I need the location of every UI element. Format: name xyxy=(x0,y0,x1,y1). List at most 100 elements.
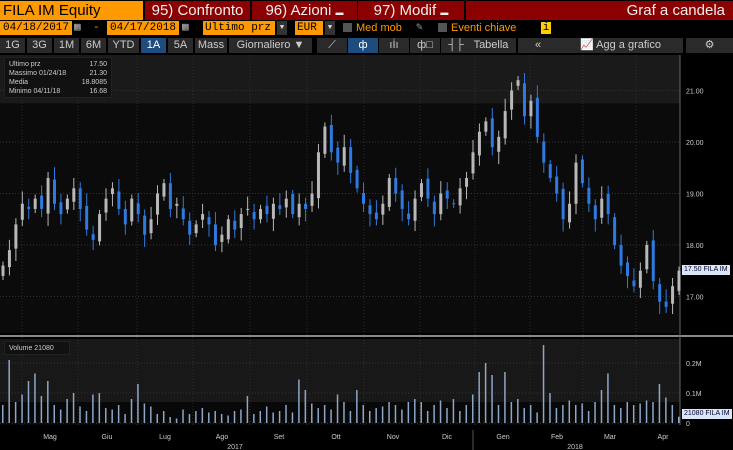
period-button-6m[interactable]: 6M xyxy=(81,38,106,53)
add-to-chart-button[interactable]: 📈 Agg a grafico xyxy=(558,38,683,53)
ticker-field[interactable]: FILA IM Equity xyxy=(0,1,143,20)
moving-average-checkbox[interactable] xyxy=(343,23,352,32)
candle-body xyxy=(278,205,282,209)
legend-label: Ultimo prz xyxy=(9,61,41,68)
candle-chart-button[interactable]: ф xyxy=(348,38,378,53)
currency-dropdown-icon[interactable]: ▼ xyxy=(325,21,335,35)
info-icon[interactable]: i xyxy=(541,22,551,34)
pencil-icon[interactable]: ✎ xyxy=(416,21,423,35)
start-date-input[interactable]: 04/18/2017 xyxy=(0,21,72,35)
candle-body xyxy=(53,179,57,204)
table-button[interactable]: Tabella xyxy=(466,38,516,53)
volume-bar xyxy=(240,409,242,423)
key-events-checkbox[interactable] xyxy=(438,23,447,32)
candle-body xyxy=(271,203,275,219)
volume-bar xyxy=(59,409,62,423)
volume-bar xyxy=(658,384,661,423)
frequency-select[interactable]: Giornaliero ▼ xyxy=(229,38,312,53)
volume-bar xyxy=(504,372,506,423)
actions-menu[interactable]: 96) Azioni ▬ xyxy=(252,1,357,20)
calendar-icon[interactable]: ▦ xyxy=(74,21,86,35)
chart-add-icon: 📈 xyxy=(580,39,597,51)
legend-row: Media 18.8085 xyxy=(9,78,107,87)
volume-bar xyxy=(555,408,558,423)
volume-bar xyxy=(388,402,390,423)
volume-bar xyxy=(343,402,345,423)
period-button-5a[interactable]: 5A xyxy=(168,38,193,53)
candle-body xyxy=(638,270,642,288)
gear-icon: ⚙ xyxy=(704,39,715,51)
candle-body xyxy=(149,219,153,234)
volume-bar xyxy=(414,399,416,423)
volume-bar xyxy=(272,412,274,423)
candle-body xyxy=(400,190,404,209)
compare-button[interactable]: 95) Confronto xyxy=(145,1,250,20)
volume-bar xyxy=(111,409,113,423)
candle-body xyxy=(600,198,604,218)
volume-bar xyxy=(632,405,635,423)
candle-body xyxy=(156,193,160,215)
volume-bar xyxy=(620,408,622,423)
volume-bar xyxy=(536,412,538,423)
volume-bar xyxy=(40,396,43,423)
volume-bar xyxy=(394,405,397,423)
volume-bar xyxy=(678,416,680,423)
hollow-candle-button[interactable]: ф□ xyxy=(410,38,440,53)
period-button-1m[interactable]: 1M xyxy=(54,38,79,53)
period-button-1g[interactable]: 1G xyxy=(0,38,25,53)
hollow-candle-icon: ф□ xyxy=(417,39,433,51)
end-date-input[interactable]: 04/17/2018 xyxy=(107,21,179,35)
candle-body xyxy=(568,203,572,223)
volume-bar xyxy=(517,399,519,423)
candle-body xyxy=(194,224,198,234)
period-button-ytd[interactable]: YTD xyxy=(108,38,139,53)
calendar-icon[interactable]: ▦ xyxy=(182,21,194,35)
currency-select[interactable]: EUR xyxy=(295,21,323,35)
volume-bar xyxy=(227,415,229,423)
volume-bar xyxy=(150,406,152,423)
line-chart-button[interactable]: ⟋ xyxy=(317,38,347,53)
month-label: Mar xyxy=(604,434,617,441)
volume-bar xyxy=(285,405,287,423)
volume-bar xyxy=(98,393,101,423)
candle-body xyxy=(542,141,546,163)
field-dropdown-icon[interactable]: ▼ xyxy=(277,21,287,35)
candle-body xyxy=(201,214,205,220)
candle-body xyxy=(323,126,327,154)
candle-body xyxy=(477,131,481,156)
edit-menu[interactable]: 97) Modif ▬ xyxy=(358,1,464,20)
volume-tick-label: 0 xyxy=(686,421,690,428)
bar-chart-button[interactable]: ıİı xyxy=(379,38,409,53)
candle-body xyxy=(14,224,18,249)
volume-bar xyxy=(497,405,500,423)
settings-button[interactable]: ⚙ xyxy=(686,38,733,53)
volume-bar xyxy=(34,373,36,423)
candle-body xyxy=(284,198,288,208)
candle-body xyxy=(516,80,520,86)
candle-body xyxy=(658,284,662,302)
last-volume-tag: 21080 FILA IM xyxy=(682,409,732,419)
field-select[interactable]: Ultimo prz xyxy=(203,21,275,35)
collapse-button[interactable]: « xyxy=(518,38,558,53)
candle-body xyxy=(555,176,559,194)
period-button-3g[interactable]: 3G xyxy=(27,38,52,53)
period-button-1a[interactable]: 1A xyxy=(141,38,166,53)
volume-bar xyxy=(587,411,590,423)
volume-bar xyxy=(375,408,377,423)
candle-body xyxy=(387,178,391,207)
candle-body xyxy=(1,265,5,276)
candle-body xyxy=(497,136,501,152)
volume-bar xyxy=(426,411,429,423)
volume-bar xyxy=(117,405,120,423)
volume-bar xyxy=(562,405,564,423)
month-label: Ott xyxy=(331,434,340,441)
volume-bar xyxy=(652,402,654,423)
candle-body xyxy=(181,208,185,220)
candle-body xyxy=(20,203,24,220)
volume-tick-label: 0.2M xyxy=(686,361,702,368)
volume-bar xyxy=(66,399,68,423)
volume-bar xyxy=(336,394,339,423)
candle-body xyxy=(381,203,385,215)
period-button-mass[interactable]: Mass xyxy=(195,38,227,53)
year-label: 2017 xyxy=(227,444,243,450)
